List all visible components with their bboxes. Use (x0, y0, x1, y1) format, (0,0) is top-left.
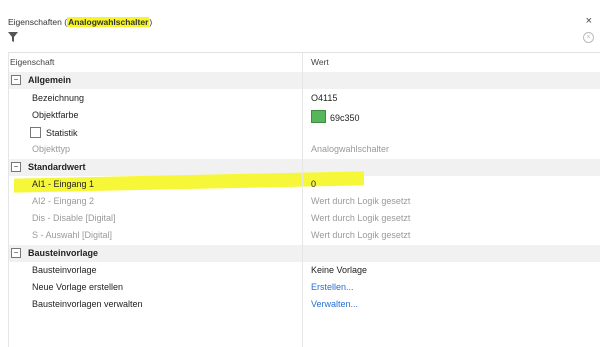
filter-icon[interactable] (7, 31, 19, 43)
panel-title: Eigenschaften (Analogwahlschalter) (8, 17, 152, 27)
category-bausteinvorlage[interactable]: − Bausteinvorlage (8, 245, 600, 262)
property-label: Bausteinvorlage (32, 265, 97, 275)
property-value: Wert durch Logik gesetzt (311, 196, 411, 206)
panel-title-object: Analogwahlschalter (67, 17, 150, 27)
property-value: Wert durch Logik gesetzt (311, 213, 411, 223)
row-dis[interactable]: Dis - Disable [Digital] Wert durch Logik… (8, 210, 600, 227)
create-template-link[interactable]: Erstellen... (311, 282, 354, 292)
property-value[interactable]: Keine Vorlage (311, 265, 367, 275)
category-label: Bausteinvorlage (28, 248, 99, 258)
property-value: Wert durch Logik gesetzt (311, 230, 411, 240)
property-label: S - Auswahl [Digital] (32, 230, 113, 240)
grid-left-border (8, 52, 9, 347)
collapse-toggle-bausteinvorlage[interactable]: − (11, 248, 21, 258)
panel-title-suffix: ) (149, 17, 153, 27)
panel-title-prefix: Eigenschaften ( (8, 17, 68, 27)
property-label: AI2 - Eingang 2 (32, 196, 95, 206)
close-button[interactable]: × (586, 15, 592, 27)
property-value[interactable]: 0 (311, 179, 316, 189)
property-label: Bausteinvorlagen verwalten (32, 299, 143, 309)
clear-filter-button[interactable]: × (583, 32, 594, 43)
panel-toolbar: × (0, 31, 600, 45)
property-grid-rows: AI1 - Eingang 1 0 AI2 - Eingang 2 Wert d… (8, 52, 600, 347)
property-label: AI1 - Eingang 1 (32, 179, 95, 189)
property-label: Neue Vorlage erstellen (32, 282, 124, 292)
row-s[interactable]: S - Auswahl [Digital] Wert durch Logik g… (8, 227, 600, 244)
column-divider[interactable] (302, 52, 303, 347)
row-vorlagen-verwalten[interactable]: Bausteinvorlagen verwalten Verwalten... (8, 296, 600, 313)
panel-titlebar: Eigenschaften (Analogwahlschalter) × (0, 14, 600, 30)
property-label: Dis - Disable [Digital] (32, 213, 116, 223)
manage-templates-link[interactable]: Verwalten... (311, 299, 358, 309)
row-ai2[interactable]: AI2 - Eingang 2 Wert durch Logik gesetzt (8, 193, 600, 210)
row-neue-vorlage[interactable]: Neue Vorlage erstellen Erstellen... (8, 279, 600, 296)
row-ai1[interactable]: AI1 - Eingang 1 0 (8, 176, 600, 193)
row-bausteinvorlage[interactable]: Bausteinvorlage Keine Vorlage (8, 262, 600, 279)
